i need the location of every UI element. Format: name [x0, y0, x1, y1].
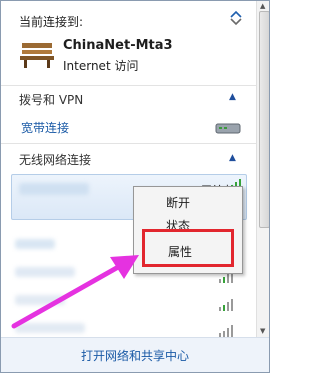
modem-icon [215, 123, 241, 134]
section-dialup-vpn: 拨号和 VPN [19, 93, 84, 107]
scroll-down-arrow[interactable]: ▼ [260, 327, 265, 335]
broadband-connection-item[interactable]: 宽带连接 [21, 119, 69, 136]
blurred-network-name [15, 295, 65, 305]
divider [1, 143, 256, 144]
blurred-network-name [15, 267, 75, 277]
network-list: 当前连接到: ChinaNet-Mta3 Internet 访问 拨号和 VPN… [1, 1, 256, 337]
scroll-up-arrow[interactable]: ▲ [260, 2, 265, 10]
properties-highlight-box [142, 229, 234, 267]
signal-icon [219, 325, 235, 337]
vertical-scrollbar[interactable]: ▲ ▼ [256, 1, 269, 337]
currently-connected-label: 当前连接到: [19, 15, 84, 29]
open-network-sharing-center-link[interactable]: 打开网络和共享中心 [1, 347, 269, 364]
signal-icon [219, 299, 235, 311]
scrollbar-thumb[interactable] [259, 11, 269, 228]
collapse-caret-icon[interactable]: ▲ [229, 92, 236, 102]
blurred-network-name [15, 323, 85, 333]
section-wireless: 无线网络连接 [19, 153, 92, 167]
blurred-network-name [15, 239, 55, 249]
bench-network-icon [20, 43, 54, 68]
collapse-caret-icon[interactable]: ▲ [229, 153, 236, 163]
menu-item-disconnect[interactable]: 断开 [166, 194, 190, 211]
connected-network-access: Internet 访问 [63, 59, 139, 73]
connected-network-name: ChinaNet-Mta3 [63, 38, 173, 53]
divider [1, 85, 256, 86]
blurred-network-name [19, 183, 89, 195]
footer: 打开网络和共享中心 [1, 337, 269, 372]
refresh-icon[interactable] [227, 9, 245, 27]
